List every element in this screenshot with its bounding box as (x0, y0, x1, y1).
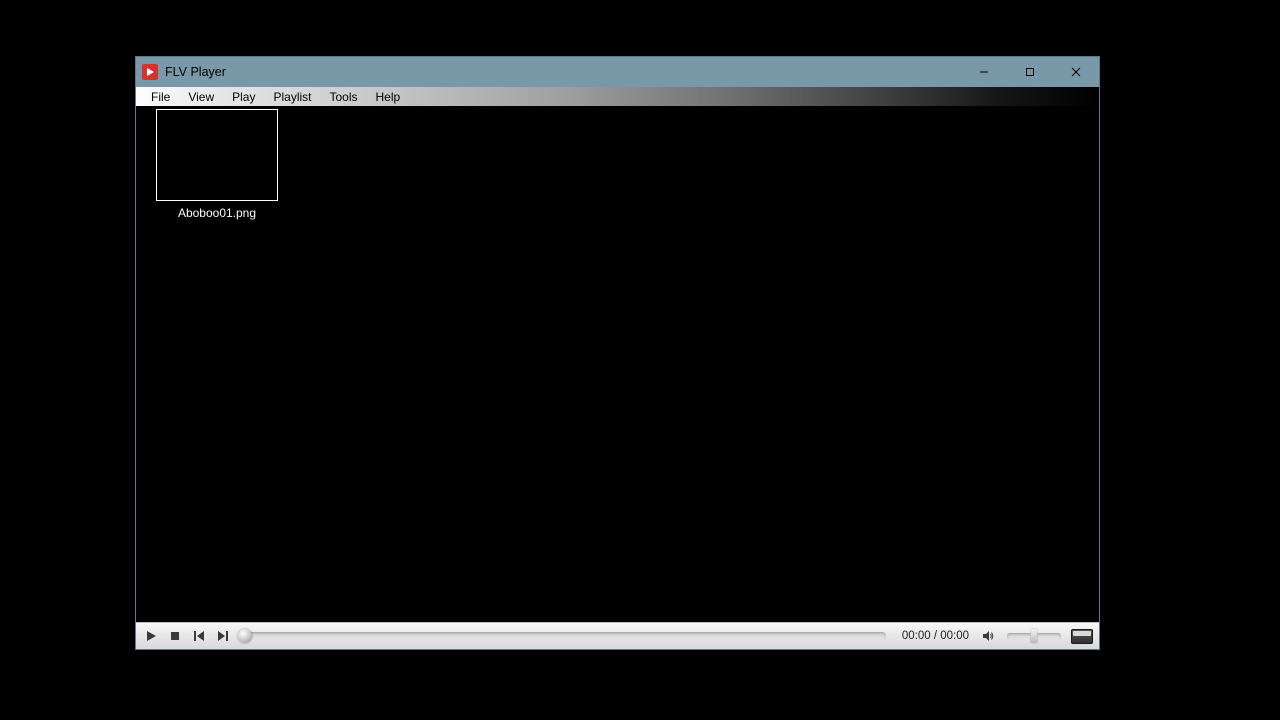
maximize-button[interactable] (1007, 57, 1053, 87)
window-title: FLV Player (165, 65, 226, 79)
content-area[interactable]: Aboboo01.png (136, 106, 1099, 622)
minimize-button[interactable] (961, 57, 1007, 87)
stop-button[interactable] (166, 627, 184, 645)
menu-view[interactable]: View (179, 88, 223, 106)
app-icon (142, 64, 158, 80)
mute-button[interactable] (979, 627, 997, 645)
app-window: FLV Player File View Play Playlist Tools… (136, 57, 1099, 649)
next-button[interactable] (214, 627, 232, 645)
menu-tools[interactable]: Tools (321, 88, 367, 106)
previous-button[interactable] (190, 627, 208, 645)
menu-file[interactable]: File (142, 88, 179, 106)
thumbnail-item[interactable]: Aboboo01.png (156, 109, 278, 221)
play-button[interactable] (142, 627, 160, 645)
close-button[interactable] (1053, 57, 1099, 87)
volume-thumb-icon[interactable] (1031, 629, 1038, 643)
seek-slider[interactable] (244, 632, 886, 640)
volume-slider[interactable] (1007, 633, 1061, 640)
thumbnail-image (156, 109, 278, 201)
thumbnail-label: Aboboo01.png (174, 205, 260, 221)
fullscreen-button[interactable] (1071, 629, 1093, 644)
title-bar[interactable]: FLV Player (136, 57, 1099, 87)
seek-thumb-icon[interactable] (238, 629, 252, 643)
menu-bar: File View Play Playlist Tools Help (136, 87, 1099, 106)
menu-help[interactable]: Help (367, 88, 410, 106)
menu-playlist[interactable]: Playlist (264, 88, 320, 106)
menu-play[interactable]: Play (223, 88, 264, 106)
time-display: 00:00 / 00:00 (898, 630, 973, 642)
control-bar: 00:00 / 00:00 (136, 622, 1099, 649)
